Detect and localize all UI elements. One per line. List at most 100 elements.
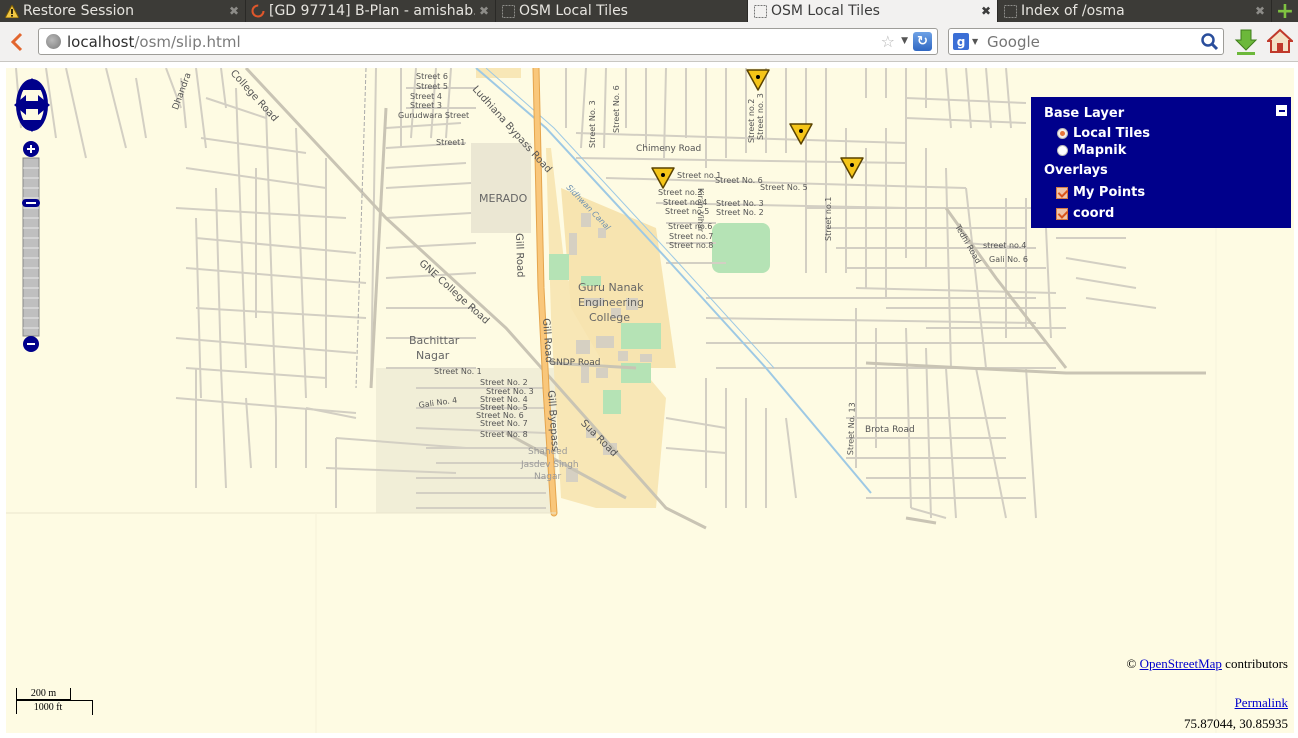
street-label: Street 6: [416, 72, 448, 81]
radio-button[interactable]: [1057, 145, 1068, 156]
street-label: street no.4: [983, 241, 1027, 250]
street-label: Kiran Vihar: [696, 188, 705, 233]
street-label: Street 5: [416, 82, 448, 91]
street-label: Street No. 7: [480, 419, 528, 428]
history-dropdown-icon[interactable]: ▼: [901, 36, 908, 46]
map-label: Shaheed: [528, 447, 568, 457]
google-engine-icon[interactable]: g: [953, 33, 969, 50]
radio-button[interactable]: [1057, 128, 1068, 139]
search-input[interactable]: [985, 32, 1185, 51]
tab-osm-local-tiles-2[interactable]: OSM Local Tiles ✖: [748, 0, 998, 22]
search-icon[interactable]: [1200, 32, 1220, 52]
tab-label: [GD 97714] B-Plan - amishab...: [269, 3, 475, 19]
street-label: Street No. 1: [434, 367, 482, 376]
tab-label: OSM Local Tiles: [519, 3, 628, 19]
download-icon[interactable]: [1234, 28, 1258, 56]
tab-label: Restore Session: [23, 3, 134, 19]
map-marker-icon[interactable]: [840, 157, 864, 179]
map-label: Jasdev Singh: [521, 460, 579, 470]
tab-gd-bplan[interactable]: [GD 97714] B-Plan - amishab... ✖: [246, 0, 496, 22]
street-label: Street no.2: [747, 98, 756, 143]
pan-control[interactable]: [14, 78, 54, 142]
close-icon[interactable]: ✖: [227, 4, 241, 18]
map-label: Nagar: [534, 472, 562, 482]
map-label: Nagar: [416, 349, 450, 362]
street-label: Gurudwara Street: [398, 111, 470, 120]
attribution: © OpenStreetMap contributors: [1126, 656, 1288, 671]
map-label: Bachittar: [409, 334, 460, 347]
warning-icon: [4, 3, 20, 19]
engine-dropdown-icon[interactable]: ▼: [972, 37, 978, 46]
back-arrow-icon: [10, 32, 23, 52]
openstreetmap-link[interactable]: OpenStreetMap: [1140, 656, 1222, 671]
base-layer-heading: Base Layer: [1044, 106, 1125, 121]
road-label: Brota Road: [865, 425, 915, 435]
street-label: Street No. 2: [716, 208, 764, 217]
street-label: Street No. 3: [716, 199, 764, 208]
overlays-heading: Overlays: [1044, 163, 1108, 178]
scale-line: 200 m 1000 ft: [16, 688, 96, 716]
overlay-my-points[interactable]: My Points: [1056, 185, 1145, 200]
new-tab-button[interactable]: +: [1272, 0, 1298, 24]
page-icon: [500, 3, 516, 19]
tab-restore-session[interactable]: Restore Session ✖: [0, 0, 246, 22]
url-text[interactable]: localhost/osm/slip.html: [67, 33, 241, 51]
url-bar[interactable]: localhost/osm/slip.html ☆ ▼ ↻: [38, 28, 938, 55]
layer-switcher: Base Layer Local Tiles Mapnik Overlays M…: [1031, 97, 1291, 228]
street-label: Street 4: [410, 92, 442, 101]
reload-icon[interactable]: ↻: [913, 32, 932, 51]
street-label: Street no.7: [669, 232, 714, 241]
street-label: Street1: [436, 138, 466, 147]
back-button[interactable]: [5, 28, 29, 56]
home-icon[interactable]: [1265, 28, 1295, 54]
tab-strip: Restore Session ✖ [GD 97714] B-Plan - am…: [0, 0, 1298, 24]
street-label: Street no.1: [824, 196, 833, 241]
tab-index-of-osma[interactable]: Index of /osma ✖: [998, 0, 1272, 22]
loading-spinner-icon: [250, 3, 266, 19]
street-label: Street no. 3: [756, 93, 765, 140]
street-label: Street no.8: [669, 241, 714, 250]
bookmark-star-icon[interactable]: ☆: [881, 32, 895, 51]
page-icon: [752, 3, 768, 19]
checkbox[interactable]: [1056, 207, 1068, 220]
close-icon[interactable]: ✖: [979, 4, 993, 18]
close-icon[interactable]: ✖: [477, 4, 491, 18]
street-label: Street 3: [410, 101, 442, 110]
street-label: Street No. 5: [760, 183, 808, 192]
scale-imperial: 1000 ft: [16, 700, 93, 715]
map-label: College: [589, 311, 631, 324]
navigation-toolbar: localhost/osm/slip.html ☆ ▼ ↻ g ▼: [0, 22, 1298, 62]
street-label: Street No. 6: [612, 85, 621, 133]
checkbox[interactable]: [1056, 186, 1068, 199]
overlay-coord[interactable]: coord: [1056, 206, 1114, 221]
street-label: Street No. 8: [480, 430, 528, 439]
zoom-slider[interactable]: [22, 140, 40, 352]
tab-osm-local-tiles-1[interactable]: OSM Local Tiles: [496, 0, 748, 22]
minimize-icon[interactable]: [1275, 104, 1288, 117]
street-label: Street No. 13: [846, 402, 857, 456]
street-label: Street No. 6: [715, 176, 763, 185]
base-layer-local-tiles[interactable]: Local Tiles: [1057, 126, 1150, 141]
permalink-link[interactable]: Permalink: [1235, 695, 1288, 710]
street-label: Street No. 3: [588, 100, 597, 148]
map-viewport[interactable]: MERADO Guru Nanak Engineering College Ba…: [6, 68, 1294, 733]
scale-metric: 200 m: [16, 688, 71, 700]
map-label: Guru Nanak: [578, 281, 644, 294]
map-label: MERADO: [479, 192, 528, 205]
tab-label: OSM Local Tiles: [771, 3, 880, 19]
permalink: Permalink: [1235, 695, 1288, 711]
road-label: Chimeny Road: [636, 144, 702, 154]
street-label: Street No. 2: [480, 378, 528, 387]
base-layer-mapnik[interactable]: Mapnik: [1057, 143, 1126, 158]
search-bar[interactable]: g ▼: [948, 28, 1224, 55]
globe-icon: [46, 34, 61, 49]
road-label: GNDP Road: [549, 358, 601, 368]
map-label: Engineering: [578, 296, 644, 309]
tab-label: Index of /osma: [1021, 3, 1125, 19]
street-label: Gali No. 6: [989, 255, 1029, 264]
map-marker-icon[interactable]: [651, 167, 675, 189]
road-label: Gill Road: [513, 233, 526, 278]
close-icon[interactable]: ✖: [1253, 4, 1267, 18]
street-label: Street no.6: [668, 222, 713, 231]
mouse-position: 75.87044, 30.85935: [1184, 716, 1288, 731]
